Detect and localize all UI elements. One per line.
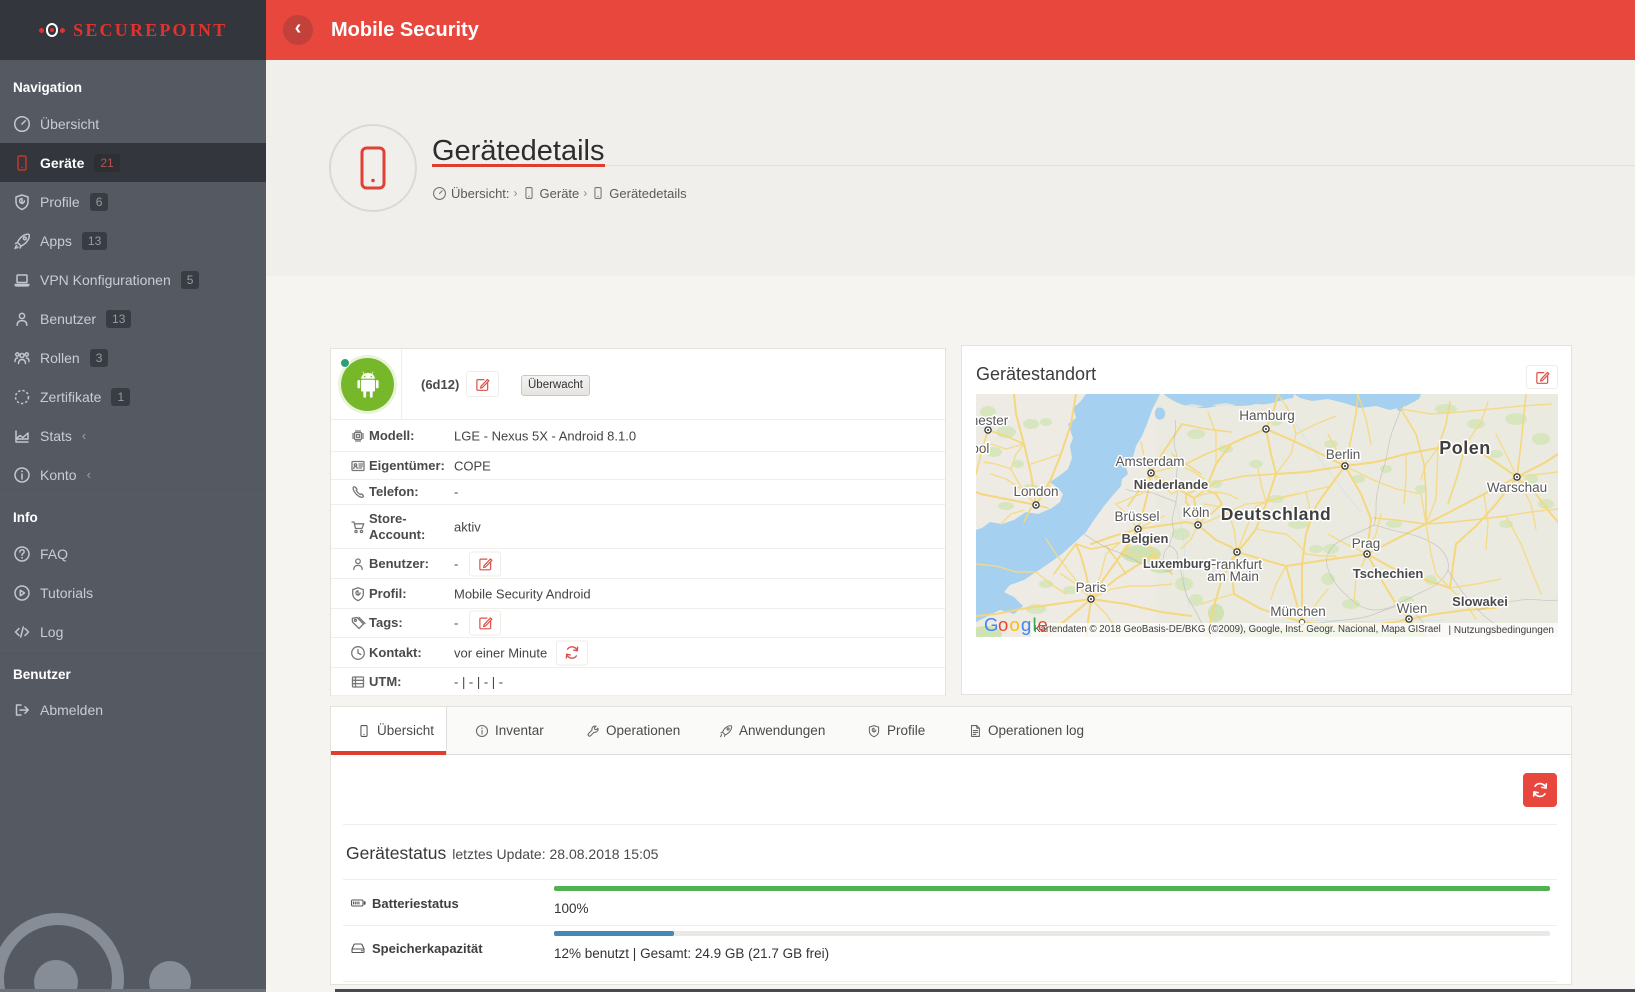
svg-text:München: München [1270, 604, 1326, 619]
svg-text:e: e [1038, 614, 1048, 635]
svg-text:Hamburg: Hamburg [1239, 408, 1295, 423]
svg-text:Kartendaten © 2018 GeoBasis-DE: Kartendaten © 2018 GeoBasis-DE/BKG (©200… [1034, 624, 1441, 635]
svg-text:Berlin: Berlin [1326, 447, 1361, 462]
svg-text:Luxemburg: Luxemburg [1143, 557, 1211, 571]
svg-text:Liverpool: Liverpool [976, 441, 989, 456]
svg-text:Brüssel: Brüssel [1114, 509, 1159, 524]
svg-text:G: G [984, 614, 998, 635]
svg-text:Manchester: Manchester [976, 413, 1009, 428]
svg-text:Köln: Köln [1182, 505, 1209, 520]
svg-text:Amsterdam: Amsterdam [1115, 454, 1184, 469]
svg-text:Prag: Prag [1352, 536, 1381, 551]
svg-text:Slowakei: Slowakei [1452, 594, 1508, 609]
svg-text:o: o [998, 614, 1008, 635]
svg-text:l: l [1033, 614, 1037, 635]
svg-text:Belgien: Belgien [1122, 531, 1169, 546]
svg-text:Deutschland: Deutschland [1221, 504, 1332, 524]
svg-text:Wien: Wien [1397, 601, 1428, 616]
svg-text:Tschechien: Tschechien [1353, 566, 1424, 581]
svg-text:| Nutzungsbedingungen: | Nutzungsbedingungen [1449, 625, 1554, 636]
svg-text:London: London [1013, 484, 1058, 499]
svg-text:Niederlande: Niederlande [1134, 477, 1208, 492]
svg-text:Warschau: Warschau [1487, 480, 1547, 495]
svg-text:o: o [1010, 614, 1020, 635]
svg-text:Polen: Polen [1439, 438, 1491, 458]
svg-text:g: g [1021, 614, 1031, 635]
svg-text:Paris: Paris [1076, 580, 1107, 595]
svg-text:am Main: am Main [1207, 569, 1259, 584]
